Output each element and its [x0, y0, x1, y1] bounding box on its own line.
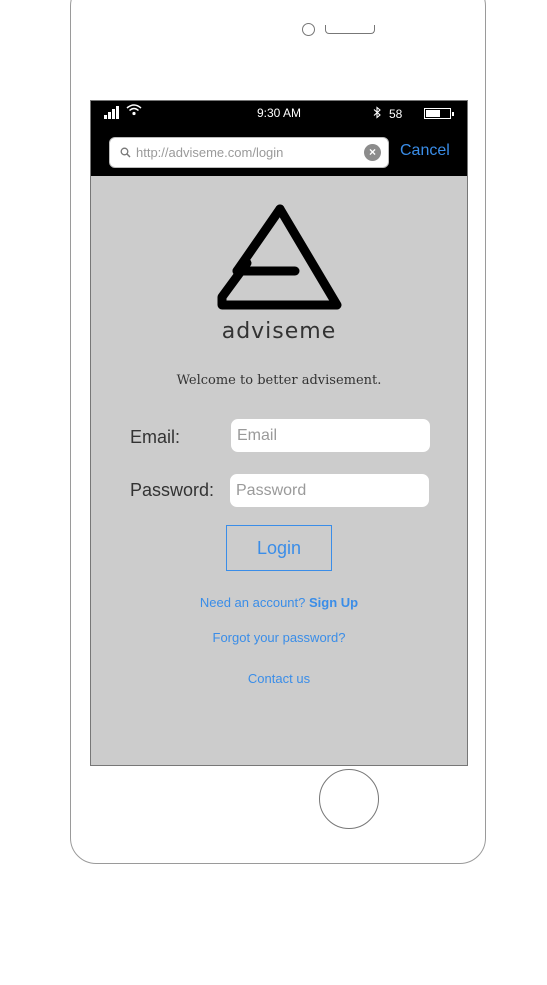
email-label: Email: [130, 427, 181, 447]
phone-screen: 9:30 AM 58 × Cancel [90, 100, 468, 766]
home-button[interactable] [319, 769, 379, 829]
forgot-password-line: Forgot your password? [91, 630, 467, 645]
brand-name: adviseme [221, 319, 337, 344]
camera-icon [302, 23, 315, 36]
welcome-text: Welcome to better advisement. [176, 373, 382, 388]
status-time: 9:30 AM [256, 106, 302, 120]
battery-fill [426, 110, 440, 117]
url-bar[interactable]: × [109, 137, 389, 168]
battery-icon [424, 108, 454, 119]
forgot-password-link[interactable]: Forgot your password? [213, 630, 346, 645]
email-field[interactable] [230, 418, 431, 453]
signup-link[interactable]: Sign Up [309, 595, 358, 610]
password-field[interactable] [229, 473, 430, 508]
battery-nub [452, 112, 454, 116]
url-input[interactable] [136, 142, 356, 163]
password-label: Password: [130, 480, 215, 500]
clear-icon[interactable]: × [364, 144, 381, 161]
signup-prompt: Need an account? [199, 595, 306, 610]
bluetooth-icon [373, 106, 381, 119]
speaker-slot [325, 25, 375, 34]
cancel-button[interactable]: Cancel [400, 142, 450, 160]
browser-top-bar: 9:30 AM 58 × Cancel [91, 101, 467, 176]
battery-percent: 58 [389, 107, 403, 121]
contact-line: Contact us [91, 671, 467, 686]
login-button[interactable]: Login [226, 525, 332, 571]
contact-us-link[interactable]: Contact us [248, 671, 310, 686]
signup-line: Need an account? Sign Up [91, 595, 467, 610]
page: 9:30 AM 58 × Cancel [0, 0, 547, 985]
logo-triangle-icon [217, 204, 342, 310]
search-icon [120, 147, 131, 158]
